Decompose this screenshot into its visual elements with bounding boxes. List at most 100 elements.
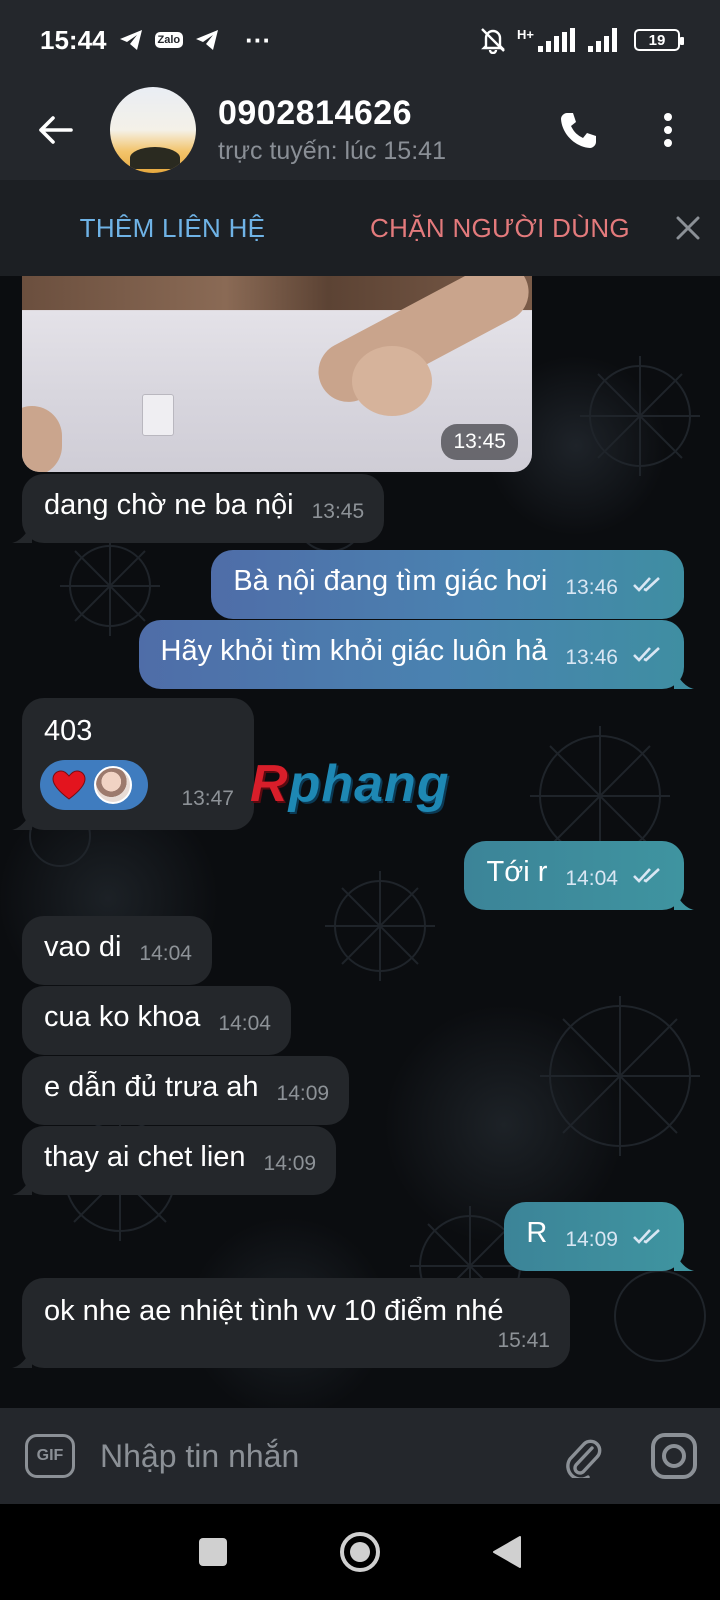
message-input[interactable] <box>100 1408 536 1504</box>
signal-icon <box>538 28 575 52</box>
message-incoming[interactable]: thay ai chet lien 14:09 <box>12 1126 337 1195</box>
message-text: dang chờ ne ba nội <box>44 489 294 521</box>
circle-icon <box>339 1532 380 1572</box>
message-time: 14:09 <box>565 1228 618 1251</box>
battery-icon: 19 <box>634 29 684 51</box>
square-icon <box>199 1538 228 1566</box>
back-nav-button[interactable] <box>467 1512 547 1592</box>
back-arrow-icon <box>39 116 73 144</box>
message-text: Tới r <box>486 856 548 888</box>
bubble-tail <box>12 1175 32 1195</box>
message-text: 403 <box>44 715 93 747</box>
message-text: cua ko khoa <box>44 1001 201 1033</box>
bubble-tail <box>674 1251 694 1271</box>
system-navigation-bar <box>0 1504 720 1600</box>
message-outgoing[interactable]: Hãy khỏi tìm khỏi giác luôn hả 13:46 <box>138 620 694 689</box>
network-type: H+ <box>517 26 534 42</box>
recents-button[interactable] <box>173 1512 253 1592</box>
message-incoming[interactable]: e dẫn đủ trưa ah 14:09 <box>22 1056 350 1125</box>
message-text: thay ai chet lien <box>44 1141 246 1173</box>
gif-icon: GIF <box>25 1434 75 1478</box>
double-check-icon <box>633 647 660 662</box>
photo-remote <box>142 394 174 436</box>
call-button[interactable] <box>548 80 608 180</box>
message-incoming[interactable]: vao di 14:04 <box>22 916 212 985</box>
heart-icon <box>52 770 86 800</box>
camera-button[interactable] <box>628 1408 720 1504</box>
contact-status: trực tuyến: lúc 15:41 <box>218 137 446 165</box>
avatar-silhouette <box>130 147 180 169</box>
bubble-tail <box>674 669 694 689</box>
block-user-button[interactable]: CHẶN NGƯỜI DÙNG <box>345 213 655 244</box>
contact-avatar[interactable] <box>110 87 196 173</box>
message-text: Hãy khỏi tìm khỏi giác luôn hả <box>160 635 548 667</box>
message-incoming[interactable]: 403 13:47 <box>12 698 254 830</box>
telegram-icon-2 <box>196 30 219 50</box>
contact-info[interactable]: 0902814626 trực tuyến: lúc 15:41 <box>218 94 548 166</box>
message-text: R <box>526 1217 548 1249</box>
back-button[interactable] <box>0 80 110 180</box>
battery-level: 19 <box>648 31 666 49</box>
double-check-icon <box>633 868 660 883</box>
watermark-rest: phang <box>288 755 450 813</box>
message-time: 14:04 <box>218 1012 271 1035</box>
message-time: 13:46 <box>565 646 618 669</box>
message-time: 13:45 <box>311 500 365 523</box>
zalo-icon: Zalo <box>154 32 184 48</box>
watermark-first-letter: R <box>250 755 289 813</box>
bubble-tail <box>674 890 694 910</box>
status-right: H+ 19 <box>479 26 684 54</box>
message-time: 14:09 <box>276 1082 330 1105</box>
message-time: 15:41 <box>497 1329 550 1352</box>
message-time: 14:04 <box>139 942 192 965</box>
photo-message[interactable]: 13:45 <box>22 276 532 472</box>
attach-button[interactable] <box>536 1408 628 1504</box>
photo-foot <box>352 346 432 416</box>
bubble-tail <box>12 810 32 830</box>
message-time: 14:04 <box>565 867 618 890</box>
chat-area[interactable]: 13:45 dang chờ ne ba nội 13:45 Bà nội đan… <box>0 276 720 1408</box>
gif-button[interactable]: GIF <box>0 1408 100 1504</box>
message-outgoing[interactable]: R 14:09 <box>504 1202 694 1271</box>
message-time: 13:46 <box>565 576 618 599</box>
status-left: 15:44 Zalo ··· <box>40 25 271 56</box>
mute-bell-icon <box>481 28 505 54</box>
chat-header: 0902814626 trực tuyến: lúc 15:41 <box>0 80 720 180</box>
message-outgoing[interactable]: Bà nội đang tìm giác hơi 13:46 <box>211 550 684 619</box>
message-text: Bà nội đang tìm giác hơi <box>233 565 548 597</box>
dismiss-action-bar-button[interactable] <box>655 216 720 240</box>
message-text: vao di <box>44 931 122 963</box>
more-options-button[interactable] <box>638 80 698 180</box>
contact-action-bar: THÊM LIÊN HỆ CHẶN NGƯỜI DÙNG <box>0 180 720 276</box>
message-text: ok nhe ae nhiệt tình vv 10 điểm nhé <box>44 1295 504 1327</box>
message-time: 14:09 <box>263 1152 317 1175</box>
message-outgoing[interactable]: Tới r 14:04 <box>464 841 694 910</box>
message-incoming[interactable]: ok nhe ae nhiệt tình vv 10 điểm nhé 15:4… <box>12 1278 570 1368</box>
phone-icon <box>561 113 596 148</box>
photo-timestamp: 13:45 <box>441 424 518 460</box>
telegram-icon <box>119 30 142 50</box>
message-text: e dẫn đủ trưa ah <box>44 1071 259 1103</box>
message-incoming[interactable]: dang chờ ne ba nội 13:45 <box>12 474 385 543</box>
message-time: 13:47 <box>181 787 234 810</box>
signal-icon-2 <box>588 28 617 52</box>
paperclip-icon <box>566 1439 602 1478</box>
watermark-logo: Rphang <box>250 754 450 814</box>
reaction-pill[interactable] <box>40 760 148 810</box>
double-check-icon <box>633 577 660 592</box>
photo-leg-left <box>22 406 62 472</box>
camera-icon <box>651 1433 697 1479</box>
more-notifications-icon: ··· <box>245 24 272 55</box>
more-vertical-icon <box>664 113 672 147</box>
bubble-tail <box>12 523 32 543</box>
reactor-avatar <box>94 766 132 804</box>
home-button[interactable] <box>320 1512 400 1592</box>
triangle-back-icon <box>492 1536 521 1568</box>
close-icon <box>676 216 699 240</box>
double-check-icon <box>633 1229 660 1244</box>
contact-name: 0902814626 <box>218 94 413 132</box>
add-contact-button[interactable]: THÊM LIÊN HỆ <box>0 213 345 244</box>
status-bar: 15:44 Zalo ··· H+ 19 <box>0 0 720 80</box>
message-incoming[interactable]: cua ko khoa 14:04 <box>22 986 291 1055</box>
message-composer: GIF <box>0 1408 720 1504</box>
